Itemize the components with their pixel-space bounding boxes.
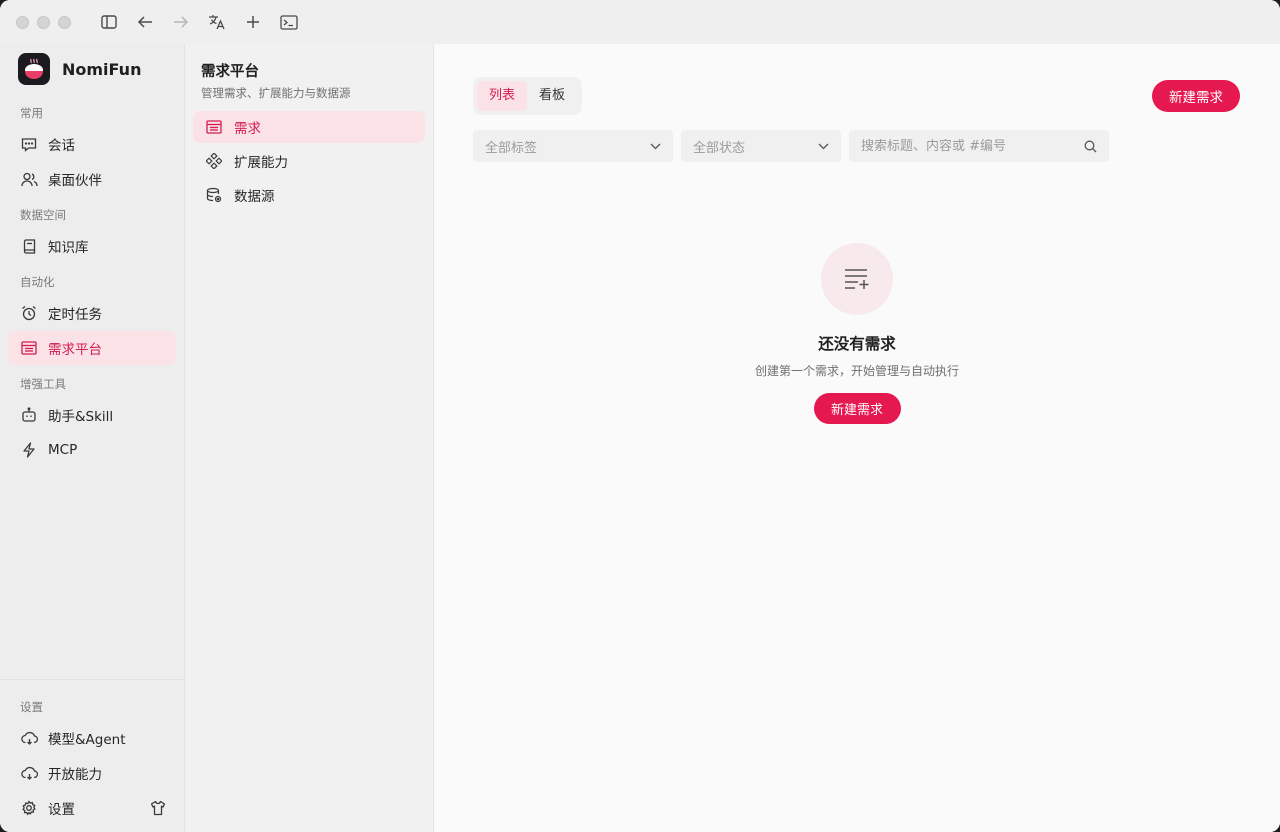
empty-new-requirement-button[interactable]: 新建需求 bbox=[813, 393, 901, 424]
zoom-window-button[interactable] bbox=[58, 15, 71, 29]
search-input[interactable] bbox=[861, 138, 1084, 154]
tab-kanban[interactable]: 看板 bbox=[527, 81, 577, 111]
tags-filter-value: 全部标签 bbox=[485, 140, 538, 156]
empty-state: 还没有需求 创建第一个需求，开始管理与自动执行 新建需求 bbox=[434, 243, 1280, 424]
chevron-down-icon bbox=[818, 143, 829, 150]
list-icon bbox=[20, 339, 38, 357]
section-label-settings: 设置 bbox=[20, 700, 43, 714]
extension-icon bbox=[206, 153, 222, 169]
subpanel-item-data-sources[interactable]: 数据源 bbox=[193, 179, 425, 211]
section-label-automation: 自动化 bbox=[20, 275, 55, 289]
status-filter-select[interactable]: 全部状态 bbox=[681, 130, 841, 162]
sidebar-item-model-agent[interactable]: 模型&Agent bbox=[8, 721, 176, 755]
sidebar-item-requirements-platform[interactable]: 需求平台 bbox=[8, 331, 176, 365]
sidebar-item-mcp[interactable]: MCP bbox=[8, 433, 176, 467]
subpanel-item-extensions[interactable]: 扩展能力 bbox=[193, 145, 425, 177]
status-filter-value: 全部状态 bbox=[693, 140, 746, 156]
database-icon bbox=[206, 187, 222, 203]
tags-filter-select[interactable]: 全部标签 bbox=[473, 130, 673, 162]
gear-icon bbox=[20, 799, 38, 817]
sidebar-item-label: 需求平台 bbox=[48, 342, 102, 358]
list-icon bbox=[206, 119, 222, 135]
section-label-data-space: 数据空间 bbox=[20, 208, 66, 222]
sidebar-item-label: 定时任务 bbox=[48, 307, 102, 323]
sidebar: NomiFun 常用 会话 桌面伙伴 数据空间 知识库 自动化 定时任务 需求平… bbox=[0, 44, 185, 832]
app-name: NomiFun bbox=[62, 59, 142, 79]
minimize-window-button[interactable] bbox=[37, 15, 50, 29]
sidebar-item-chat[interactable]: 会话 bbox=[8, 127, 176, 161]
window-controls bbox=[16, 15, 71, 29]
subpanel-description: 管理需求、扩展能力与数据源 bbox=[201, 86, 351, 100]
sidebar-item-knowledge-base[interactable]: 知识库 bbox=[8, 229, 176, 263]
filter-bar: 全部标签 全部状态 bbox=[473, 130, 1109, 162]
back-arrow-icon[interactable] bbox=[127, 8, 163, 36]
sidebar-item-label: 模型&Agent bbox=[48, 732, 126, 748]
subpanel-item-label: 需求 bbox=[234, 121, 261, 137]
plus-icon[interactable] bbox=[235, 8, 271, 36]
sidebar-settings-section: 设置 模型&Agent 开放能力 设置 bbox=[0, 679, 184, 832]
chat-icon bbox=[20, 135, 38, 153]
subpanel-item-requirements[interactable]: 需求 bbox=[193, 111, 425, 143]
search-icon[interactable] bbox=[1084, 140, 1097, 153]
robot-icon bbox=[20, 406, 38, 424]
empty-state-description: 创建第一个需求，开始管理与自动执行 bbox=[754, 364, 959, 378]
sidebar-item-desktop-partner[interactable]: 桌面伙伴 bbox=[8, 162, 176, 196]
sidebar-item-label: 助手&Skill bbox=[48, 409, 114, 425]
book-icon bbox=[20, 237, 38, 255]
bolt-icon bbox=[20, 441, 38, 459]
new-requirement-button[interactable]: 新建需求 bbox=[1152, 80, 1240, 112]
terminal-icon[interactable] bbox=[271, 8, 307, 36]
chevron-down-icon bbox=[650, 143, 661, 150]
brand: NomiFun bbox=[0, 44, 184, 94]
sidebar-item-scheduled-tasks[interactable]: 定时任务 bbox=[8, 296, 176, 330]
list-add-icon bbox=[821, 243, 893, 315]
sidebar-item-label: 开放能力 bbox=[48, 767, 102, 783]
users-icon bbox=[20, 170, 38, 188]
sidebar-item-open-capabilities[interactable]: 开放能力 bbox=[8, 756, 176, 790]
subpanel: 需求平台 管理需求、扩展能力与数据源 需求 扩展能力 数据源 bbox=[185, 44, 434, 832]
title-bar bbox=[0, 0, 1280, 44]
subpanel-item-label: 扩展能力 bbox=[234, 155, 288, 171]
sidebar-item-label: 桌面伙伴 bbox=[48, 173, 102, 189]
translate-icon[interactable] bbox=[199, 8, 235, 36]
app-logo-icon bbox=[18, 53, 50, 85]
view-switcher: 列表 看板 bbox=[473, 77, 582, 115]
sidebar-toggle-icon[interactable] bbox=[91, 8, 127, 36]
sidebar-item-label: 设置 bbox=[48, 802, 75, 818]
empty-state-title: 还没有需求 bbox=[818, 335, 896, 353]
sidebar-item-assistant-skill[interactable]: 助手&Skill bbox=[8, 398, 176, 432]
sidebar-item-label: MCP bbox=[48, 442, 78, 458]
sidebar-item-label: 知识库 bbox=[48, 240, 89, 256]
shirt-icon[interactable] bbox=[148, 798, 168, 818]
alarm-icon bbox=[20, 304, 38, 322]
app-window: NomiFun 常用 会话 桌面伙伴 数据空间 知识库 自动化 定时任务 需求平… bbox=[0, 0, 1280, 832]
tab-list[interactable]: 列表 bbox=[477, 81, 528, 111]
section-label-common: 常用 bbox=[20, 106, 43, 120]
subpanel-list: 需求 扩展能力 数据源 bbox=[185, 111, 433, 211]
sidebar-item-label: 会话 bbox=[48, 138, 75, 154]
main-content: 列表 看板 新建需求 全部标签 全部状态 搜索标题、内容或 #编号 还没有需求 … bbox=[434, 44, 1280, 832]
close-window-button[interactable] bbox=[16, 15, 29, 29]
forward-arrow-icon[interactable] bbox=[163, 8, 199, 36]
subpanel-title: 需求平台 bbox=[201, 64, 259, 80]
search-box bbox=[849, 130, 1109, 162]
section-label-enhance-tools: 增强工具 bbox=[20, 377, 66, 391]
cloud-icon bbox=[20, 729, 38, 747]
subpanel-item-label: 数据源 bbox=[234, 189, 275, 205]
toolbar bbox=[91, 8, 307, 36]
cloud-icon bbox=[20, 764, 38, 782]
